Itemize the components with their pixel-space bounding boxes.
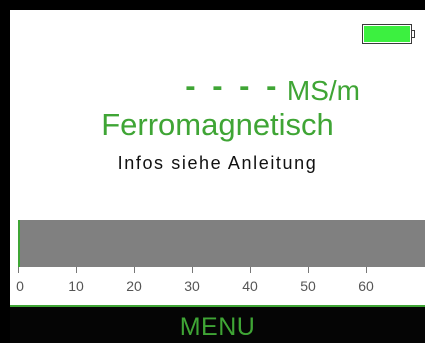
measurement-unit: MS/m bbox=[286, 75, 360, 106]
scale-tick-label: 0 bbox=[16, 278, 24, 294]
bar-graph-zero-marker bbox=[18, 220, 20, 267]
scale-tick-mark bbox=[250, 267, 251, 273]
scale-tick-label: 50 bbox=[300, 278, 316, 294]
battery-icon bbox=[362, 24, 412, 44]
scale-tick-label: 20 bbox=[126, 278, 142, 294]
device-display: - - - - MS/m Ferromagnetisch Infos siehe… bbox=[10, 10, 425, 305]
battery-level-fill bbox=[364, 26, 410, 42]
bar-graph-track bbox=[18, 220, 425, 267]
measurement-value: - - - - bbox=[185, 68, 281, 103]
bar-graph-scale: 0 10 20 30 40 50 60 bbox=[10, 267, 425, 305]
hint-text: Infos siehe Anleitung bbox=[117, 153, 318, 173]
measurement-reading: - - - - MS/m bbox=[100, 68, 360, 108]
scale-tick-label: 10 bbox=[68, 278, 84, 294]
scale-tick-mark bbox=[134, 267, 135, 273]
softkey-bar[interactable]: MENU bbox=[10, 305, 425, 343]
scale-tick-mark bbox=[366, 267, 367, 273]
scale-tick-mark bbox=[192, 267, 193, 273]
scale-tick-mark bbox=[76, 267, 77, 273]
material-label: Ferromagnetisch bbox=[101, 107, 334, 142]
menu-softkey-label[interactable]: MENU bbox=[10, 313, 425, 342]
scale-tick-label: 30 bbox=[184, 278, 200, 294]
scale-tick-mark bbox=[308, 267, 309, 273]
scale-tick-label: 60 bbox=[358, 278, 374, 294]
scale-tick-label: 40 bbox=[242, 278, 258, 294]
battery-terminal bbox=[412, 30, 415, 38]
scale-tick-mark bbox=[18, 267, 19, 273]
